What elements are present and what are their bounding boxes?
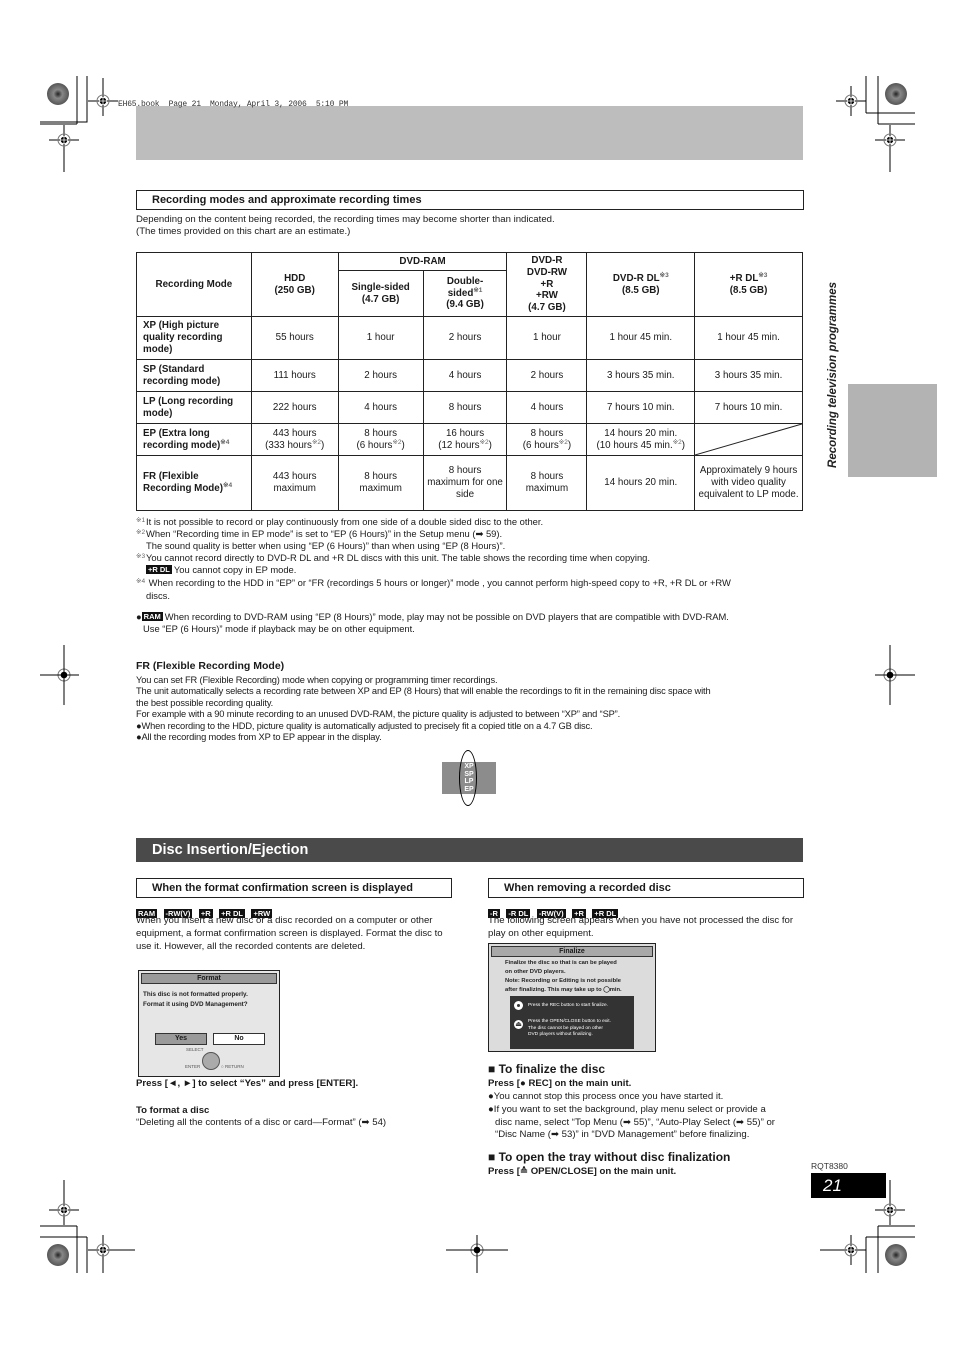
remove-heading: When removing a recorded disc xyxy=(488,878,804,898)
format-screen: Format This disc is not formatted proper… xyxy=(138,970,280,1077)
finalize-heading: ■ To finalize the disc xyxy=(488,1062,606,1076)
finalize-options-panel: Press the REC button to start finalize. … xyxy=(510,996,634,1049)
table-row: LP (Long recording mode) 222 hours 4 hou… xyxy=(136,391,803,424)
header-recording-mode: Recording Mode xyxy=(136,252,252,317)
fr-description: You can set FR (Flexible Recording) mode… xyxy=(136,675,711,743)
header-double-sided: Double-sided※1 (9.4 GB) xyxy=(422,270,508,317)
remove-body: The following screen appears when you ha… xyxy=(488,915,794,939)
open-tray-heading: ■ To open the tray without disc finaliza… xyxy=(488,1150,731,1164)
header-hdd: HDD (250 GB) xyxy=(250,252,339,317)
no-button[interactable]: No xyxy=(213,1033,265,1045)
section-tab xyxy=(848,384,937,477)
table-row: EP (Extra long recording mode)※4 443 hou… xyxy=(136,423,803,456)
remote-dpad-icon xyxy=(202,1052,220,1070)
finalize-press: Press [● REC] on the main unit. xyxy=(488,1078,632,1089)
finalize-screen-title: Finalize xyxy=(491,946,653,957)
eject-icon: ⏏ xyxy=(514,1020,523,1029)
display-modes: XP SP LP EP xyxy=(464,763,474,793)
yes-button[interactable]: Yes xyxy=(155,1033,207,1045)
table-row: FR (Flexible Recording Mode)※4 443 hours… xyxy=(136,455,803,511)
square-bullet-icon: ■ xyxy=(488,1150,499,1164)
print-header: EH65.book Page 21 Monday, April 3, 2006 … xyxy=(118,100,349,109)
recording-times-table: Recording Mode HDD (250 GB) DVD-RAM DVD-R… xyxy=(136,252,803,511)
header-single-sided: Single-sided (4.7 GB) xyxy=(337,270,424,317)
format-screen-title: Format xyxy=(141,973,277,984)
table-row: XP (High picture quality recording mode)… xyxy=(136,316,803,360)
format-sub-text: “Deleting all the contents of a disc or … xyxy=(136,1117,387,1128)
format-heading: When the format confirmation screen is d… xyxy=(136,878,452,898)
format-badge: RAM xyxy=(141,612,163,621)
format-body: When you insert a new disc or a disc rec… xyxy=(136,915,443,952)
page-number: 21 xyxy=(811,1173,886,1198)
footnote-4: ※4 When recording to the HDD in “EP” or … xyxy=(136,577,731,601)
format-sub-heading: To format a disc xyxy=(136,1105,210,1116)
footnote-3: ※3You cannot record directly to DVD-R DL… xyxy=(136,552,650,575)
recording-modes-heading: Recording modes and approximate recordin… xyxy=(136,190,804,210)
disc-section-title: Disc Insertion/Ejection xyxy=(136,838,803,862)
footnote-2: ※2When “Recording time in EP mode” is se… xyxy=(136,528,506,551)
table-header-row: Recording Mode HDD (250 GB) DVD-RAM DVD-R… xyxy=(136,252,803,317)
format-instruction: Press [◄, ►] to select “Yes” and press [… xyxy=(136,1078,359,1089)
header-dvd-r: DVD-R DVD-RW +R +RW (4.7 GB) xyxy=(506,252,588,317)
open-tray-press: Press [≙ OPEN/CLOSE] on the main unit. xyxy=(488,1166,677,1177)
ram-note: ● RAM When recording to DVD-RAM using “EP … xyxy=(136,611,729,634)
fr-heading: FR (Flexible Recording Mode) xyxy=(136,660,285,672)
table-row: SP (Standard recording mode) 111 hours 2… xyxy=(136,359,803,392)
not-applicable-cell xyxy=(694,423,803,456)
format-badge: +R DL xyxy=(146,565,172,574)
rec-button-icon xyxy=(514,1001,523,1010)
recording-intro: Depending on the content being recorded,… xyxy=(136,214,555,237)
finalize-notes: ●You cannot stop this process once you h… xyxy=(488,1091,776,1141)
square-bullet-icon: ■ xyxy=(488,1062,499,1076)
diagonal-strike xyxy=(695,424,802,455)
header-dvd-ram: DVD-RAM xyxy=(337,252,508,271)
header-band xyxy=(136,106,803,160)
mode-display-illustration: XP SP LP EP xyxy=(442,750,496,806)
document-code: RQT8380 xyxy=(811,1161,848,1171)
header-dvd-r-dl: DVD-R DL※3 (8.5 GB) xyxy=(586,252,696,317)
side-chapter-label: Recording television programmes xyxy=(827,282,839,468)
header-plus-r-dl: +R DL※3 (8.5 GB) xyxy=(694,252,803,317)
finalize-screen: Finalize Finalize the disc so that is ca… xyxy=(488,943,656,1052)
